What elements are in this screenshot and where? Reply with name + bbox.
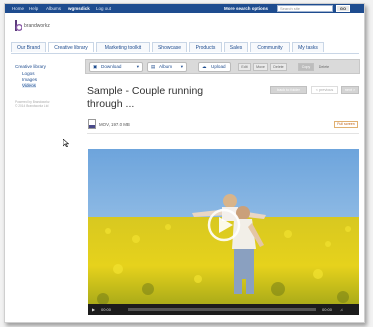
tab-marketing-toolkit[interactable]: Marketing toolkit — [96, 42, 150, 52]
tab-products[interactable]: Products — [189, 42, 222, 52]
chevron-down-icon: ▾ — [136, 64, 139, 69]
movie-file-icon — [88, 119, 96, 129]
delete-button[interactable]: Delete — [270, 63, 287, 71]
divider — [87, 133, 359, 134]
copy-button[interactable]: Copy — [298, 63, 314, 71]
sidebar-item-videos[interactable]: Videos — [22, 83, 36, 88]
nav-username[interactable]: wgmsdick — [68, 5, 90, 12]
search-input[interactable]: Search site — [277, 5, 333, 12]
edit-button[interactable]: Edit — [238, 63, 251, 71]
upload-button[interactable]: ☁ Upload — [198, 62, 231, 72]
chevron-down-icon: ▾ — [180, 64, 183, 69]
video-controls: ▶ 00:00 00:00 ♫ — [88, 304, 359, 315]
copyright-text: © 2014 Brandworkz Ltd — [15, 104, 49, 108]
logo-text: brandworkz — [24, 23, 50, 29]
browser-page: Home Help Albums wgmsdick Log out More s… — [4, 3, 365, 323]
tab-showcase[interactable]: Showcase — [152, 42, 187, 52]
full-screen-button[interactable]: Full screen — [334, 121, 358, 128]
download-icon: ▣ — [93, 64, 98, 69]
search-go-button[interactable]: GO — [336, 5, 350, 12]
asset-title-line2: through ... — [87, 98, 135, 110]
asset-title-line1: Sample - Couple running — [87, 85, 204, 97]
album-label: Album — [159, 64, 173, 69]
album-icon: ▤ — [151, 64, 156, 69]
video-player[interactable] — [88, 149, 359, 315]
delete-secondary-button[interactable]: Delete — [316, 63, 332, 71]
asset-title: Sample - Couple running through ... — [87, 85, 203, 111]
tab-community[interactable]: Community — [250, 42, 290, 52]
nav-albums-link[interactable]: Albums — [46, 5, 61, 12]
more-search-options-link[interactable]: More search options — [224, 5, 268, 12]
download-button[interactable]: ▣ Download ▾ — [89, 62, 143, 72]
nav-logout-link[interactable]: Log out — [96, 5, 111, 12]
brandworkz-logo-icon — [15, 20, 22, 31]
tab-sales[interactable]: Sales — [224, 42, 248, 52]
upload-cloud-icon: ☁ — [202, 64, 207, 69]
mouse-cursor-icon — [63, 139, 69, 147]
nav-home-link[interactable]: Home — [12, 5, 24, 12]
current-time: 00:00 — [101, 307, 112, 312]
seek-bar[interactable] — [128, 308, 316, 311]
tab-our-brand[interactable]: Our Brand — [11, 42, 46, 52]
asset-toolbar: ▣ Download ▾ ▤ Album ▾ ☁ Upload Edit Mov… — [85, 59, 360, 74]
sidebar-heading-creative-library[interactable]: Creative library — [15, 64, 46, 69]
play-icon[interactable]: ▶ — [92, 304, 95, 315]
main-tabs: Our Brand Creative library Marketing too… — [11, 42, 359, 54]
move-button[interactable]: Move — [253, 63, 268, 71]
sidebar-item-images[interactable]: Images — [22, 77, 37, 82]
file-info: MOV, 197.0 MB — [99, 122, 130, 127]
top-nav-bar: Home Help Albums wgmsdick Log out More s… — [5, 4, 364, 13]
tab-creative-library[interactable]: Creative library — [48, 42, 94, 52]
nav-help-link[interactable]: Help — [29, 5, 38, 12]
video-frame-image — [88, 149, 359, 315]
download-label: Download — [101, 64, 122, 69]
previous-button[interactable]: < previous — [311, 86, 338, 94]
upload-label: Upload — [211, 64, 226, 69]
volume-icon[interactable]: ♫ — [340, 304, 343, 315]
album-button[interactable]: ▤ Album ▾ — [147, 62, 187, 72]
total-time: 00:00 — [322, 307, 333, 312]
sidebar-item-logos[interactable]: Logos — [22, 71, 35, 76]
next-button[interactable]: next > — [341, 86, 359, 94]
back-to-folder-button[interactable]: back to folder — [270, 86, 307, 94]
screenshot-canvas: Home Help Albums wgmsdick Log out More s… — [0, 0, 373, 327]
tab-my-tasks[interactable]: My tasks — [292, 42, 324, 52]
